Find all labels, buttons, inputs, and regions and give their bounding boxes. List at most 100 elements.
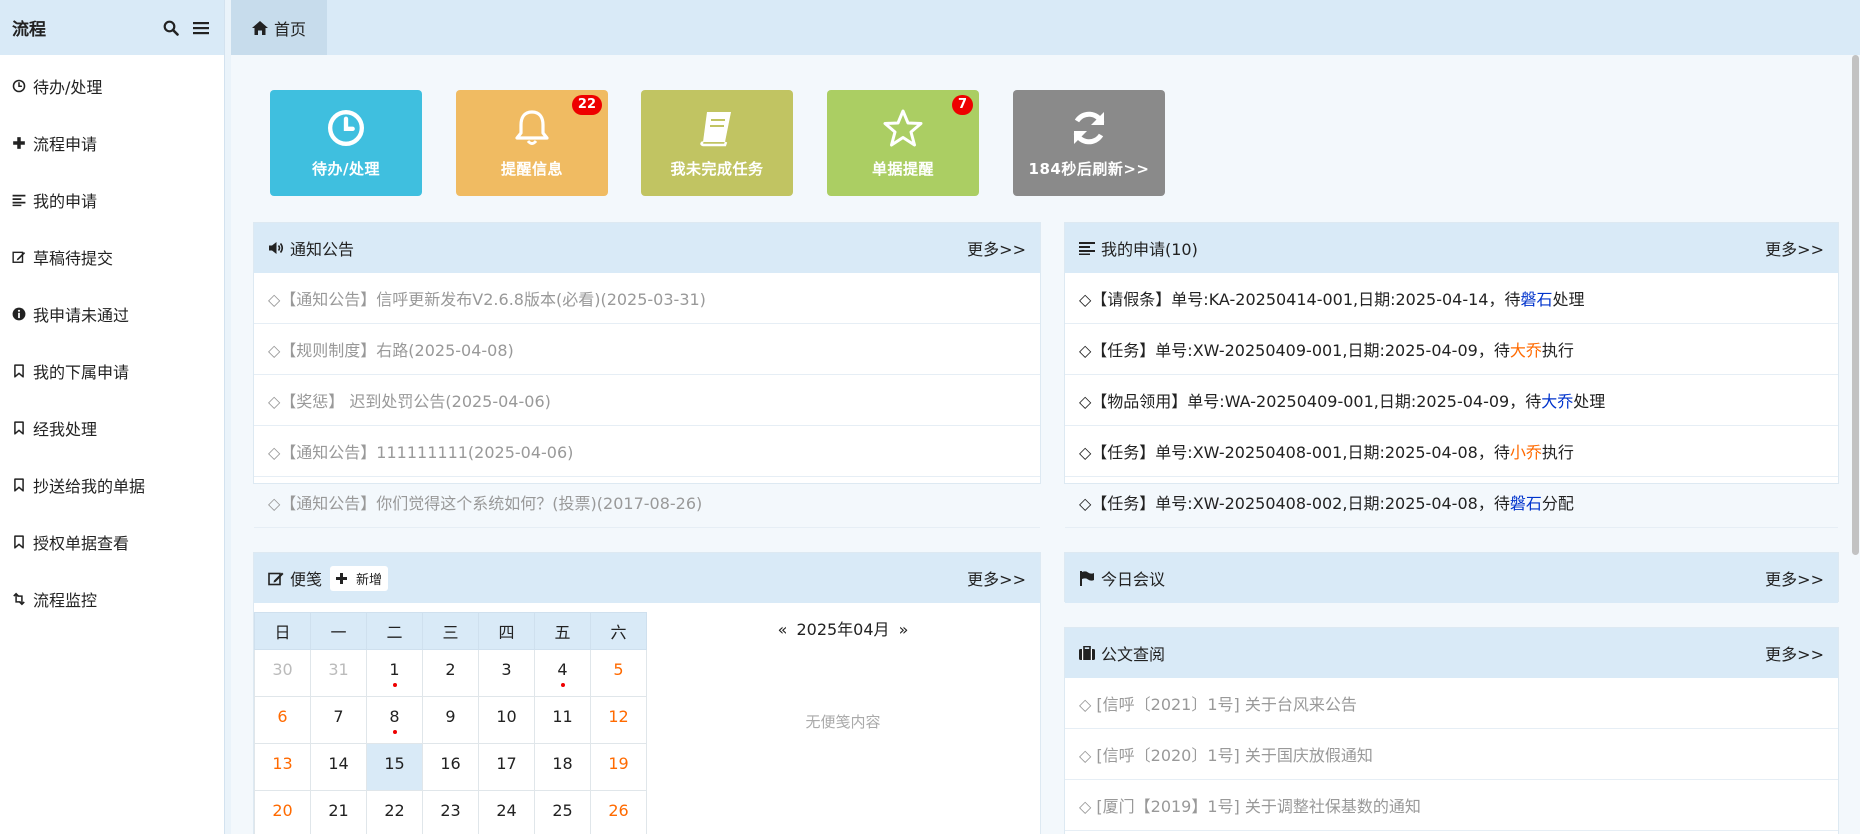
sidebar-item-9[interactable]: 流程监控 bbox=[0, 570, 224, 627]
doc-item[interactable]: ◇ [信呼〔2021〕1号] 关于台风来公告 bbox=[1065, 678, 1838, 729]
calendar-day[interactable]: 13 bbox=[254, 743, 311, 791]
notice-more-link[interactable]: 更多>> bbox=[967, 236, 1026, 260]
calendar-day[interactable]: 10 bbox=[478, 696, 535, 744]
sidebar-item-1[interactable]: 流程申请 bbox=[0, 114, 224, 171]
my-apply-item[interactable]: ◇【请假条】单号:KA-20250414-001,日期:2025-04-14，待… bbox=[1065, 273, 1838, 324]
calendar-month-label: 2025年04月 bbox=[796, 620, 890, 639]
apply-item-handler: 大乔 bbox=[1541, 392, 1574, 411]
sidebar-item-2[interactable]: 我的申请 bbox=[0, 171, 224, 228]
doc-item[interactable]: ◇ [信呼〔2020〕1号] 关于国庆放假通知 bbox=[1065, 729, 1838, 780]
calendar-day[interactable]: 17 bbox=[478, 743, 535, 791]
tile-label: 待办/处理 bbox=[312, 159, 380, 178]
sidebar-item-7[interactable]: 抄送给我的单据 bbox=[0, 456, 224, 513]
calendar-day[interactable]: 30 bbox=[254, 649, 311, 697]
calendar-day[interactable]: 1 bbox=[366, 649, 423, 697]
docs-panel-header: 公文查阅 更多>> bbox=[1065, 628, 1838, 678]
tile-badge: 22 bbox=[571, 95, 602, 115]
calendar-day-number: 8 bbox=[389, 707, 400, 726]
tile-4[interactable]: 184秒后刷新>> bbox=[1013, 90, 1165, 196]
calendar-day[interactable]: 7 bbox=[310, 696, 367, 744]
calendar-day[interactable]: 21 bbox=[310, 790, 367, 834]
my-apply-more-link[interactable]: 更多>> bbox=[1765, 236, 1824, 260]
calendar-prev-month[interactable]: « bbox=[778, 620, 788, 639]
notice-item[interactable]: ◇【通知公告】你们觉得这个系统如何？(投票)(2017-08-26) bbox=[254, 477, 1040, 528]
docs-more-link[interactable]: 更多>> bbox=[1765, 641, 1824, 665]
scrollbar-thumb[interactable] bbox=[1852, 55, 1859, 555]
my-apply-item[interactable]: ◇【物品领用】单号:WA-20250409-001,日期:2025-04-09，… bbox=[1065, 375, 1838, 426]
calendar-day[interactable]: 19 bbox=[590, 743, 647, 791]
my-apply-panel-header: 我的申请(10) 更多>> bbox=[1065, 223, 1838, 273]
memo-more-link[interactable]: 更多>> bbox=[967, 566, 1026, 590]
calendar-day-number: 9 bbox=[445, 707, 456, 726]
calendar-day[interactable]: 24 bbox=[478, 790, 535, 834]
notice-item[interactable]: ◇【通知公告】信呼更新发布V2.6.8版本(必看)(2025-03-31) bbox=[254, 273, 1040, 324]
calendar-day[interactable]: 11 bbox=[534, 696, 591, 744]
main-scrollbar[interactable] bbox=[1851, 55, 1860, 834]
notice-item[interactable]: ◇【通知公告】111111111(2025-04-06) bbox=[254, 426, 1040, 477]
my-apply-item[interactable]: ◇【任务】单号:XW-20250408-002,日期:2025-04-08，待磐… bbox=[1065, 477, 1838, 528]
sidebar-item-label: 授权单据查看 bbox=[33, 533, 130, 553]
calendar-day-number: 17 bbox=[496, 754, 517, 773]
sidebar-item-6[interactable]: 经我处理 bbox=[0, 399, 224, 456]
my-apply-item[interactable]: ◇【任务】单号:XW-20250408-001,日期:2025-04-08，待小… bbox=[1065, 426, 1838, 477]
calendar-day[interactable]: 12 bbox=[590, 696, 647, 744]
sidebar-item-3[interactable]: 草稿待提交 bbox=[0, 228, 224, 285]
notice-item[interactable]: ◇【奖惩】 迟到处罚公告(2025-04-06) bbox=[254, 375, 1040, 426]
meeting-panel-header: 今日会议 更多>> bbox=[1065, 553, 1838, 603]
flag-icon bbox=[1080, 570, 1094, 586]
tab-home[interactable]: 首页 bbox=[231, 0, 327, 55]
memo-add-button[interactable]: 新增 bbox=[330, 565, 389, 591]
tile-1[interactable]: 提醒信息 22 bbox=[456, 90, 608, 196]
doc-item[interactable]: ◇ [厦门【2019】1号] 关于调整社保基数的通知 bbox=[1065, 780, 1838, 831]
tile-3[interactable]: 单据提醒 7 bbox=[827, 90, 979, 196]
calendar-day[interactable]: 4 bbox=[534, 649, 591, 697]
meeting-more-link[interactable]: 更多>> bbox=[1765, 566, 1824, 590]
tile-label: 我未完成任务 bbox=[670, 159, 764, 178]
sidebar-item-4[interactable]: 我申请未通过 bbox=[0, 285, 224, 342]
book-icon bbox=[697, 108, 737, 152]
list-icon bbox=[11, 192, 27, 208]
calendar-day[interactable]: 6 bbox=[254, 696, 311, 744]
search-icon[interactable] bbox=[160, 17, 182, 39]
calendar-day[interactable]: 8 bbox=[366, 696, 423, 744]
calendar-next-month[interactable]: » bbox=[899, 620, 909, 639]
calendar-day[interactable]: 5 bbox=[590, 649, 647, 697]
tile-2[interactable]: 我未完成任务 bbox=[641, 90, 793, 196]
sidebar: 流程 待办/处理 流程申请 我的申请 草稿待提交 我申请未通过 我的下属申请 经我处理 抄送给… bbox=[0, 0, 225, 834]
calendar-day-number: 12 bbox=[608, 707, 629, 726]
calendar-day[interactable]: 26 bbox=[590, 790, 647, 834]
calendar-day[interactable]: 9 bbox=[422, 696, 479, 744]
clock-icon bbox=[326, 108, 366, 152]
calendar-day[interactable]: 20 bbox=[254, 790, 311, 834]
retweet-icon bbox=[11, 591, 27, 607]
tab-home-label: 首页 bbox=[273, 19, 306, 39]
sidebar-item-label: 抄送给我的单据 bbox=[33, 476, 146, 496]
calendar-day[interactable]: 22 bbox=[366, 790, 423, 834]
calendar-day-number: 3 bbox=[501, 660, 512, 679]
calendar-day[interactable]: 2 bbox=[422, 649, 479, 697]
calendar-day[interactable]: 14 bbox=[310, 743, 367, 791]
my-apply-item[interactable]: ◇【任务】单号:XW-20250409-001,日期:2025-04-09，待大… bbox=[1065, 324, 1838, 375]
bookmark-icon bbox=[11, 477, 27, 493]
calendar-day[interactable]: 3 bbox=[478, 649, 535, 697]
calendar-week-row: 20 21 22 23 24 25 26 bbox=[254, 790, 647, 834]
docs-panel: 公文查阅 更多>> ◇ [信呼〔2021〕1号] 关于台风来公告 ◇ [信呼〔20… bbox=[1064, 627, 1839, 834]
refresh-icon bbox=[1069, 108, 1109, 152]
calendar-weekday: 六 bbox=[590, 612, 647, 650]
sidebar-item-8[interactable]: 授权单据查看 bbox=[0, 513, 224, 570]
calendar-weekday: 三 bbox=[422, 612, 479, 650]
sidebar-item-5[interactable]: 我的下属申请 bbox=[0, 342, 224, 399]
calendar-day[interactable]: 31 bbox=[310, 649, 367, 697]
menu-icon[interactable] bbox=[190, 17, 212, 39]
calendar-weekday: 二 bbox=[366, 612, 423, 650]
calendar-day[interactable]: 16 bbox=[422, 743, 479, 791]
notice-item[interactable]: ◇【规则制度】右路(2025-04-08) bbox=[254, 324, 1040, 375]
tile-0[interactable]: 待办/处理 bbox=[270, 90, 422, 196]
sidebar-item-0[interactable]: 待办/处理 bbox=[0, 57, 224, 114]
calendar-day[interactable]: 15 bbox=[366, 743, 423, 791]
my-apply-panel-title: 我的申请(10) bbox=[1101, 240, 1198, 259]
notice-panel: 通知公告 更多>> ◇【通知公告】信呼更新发布V2.6.8版本(必看)(2025… bbox=[253, 222, 1041, 528]
calendar-day[interactable]: 25 bbox=[534, 790, 591, 834]
calendar-day[interactable]: 23 bbox=[422, 790, 479, 834]
calendar-day[interactable]: 18 bbox=[534, 743, 591, 791]
